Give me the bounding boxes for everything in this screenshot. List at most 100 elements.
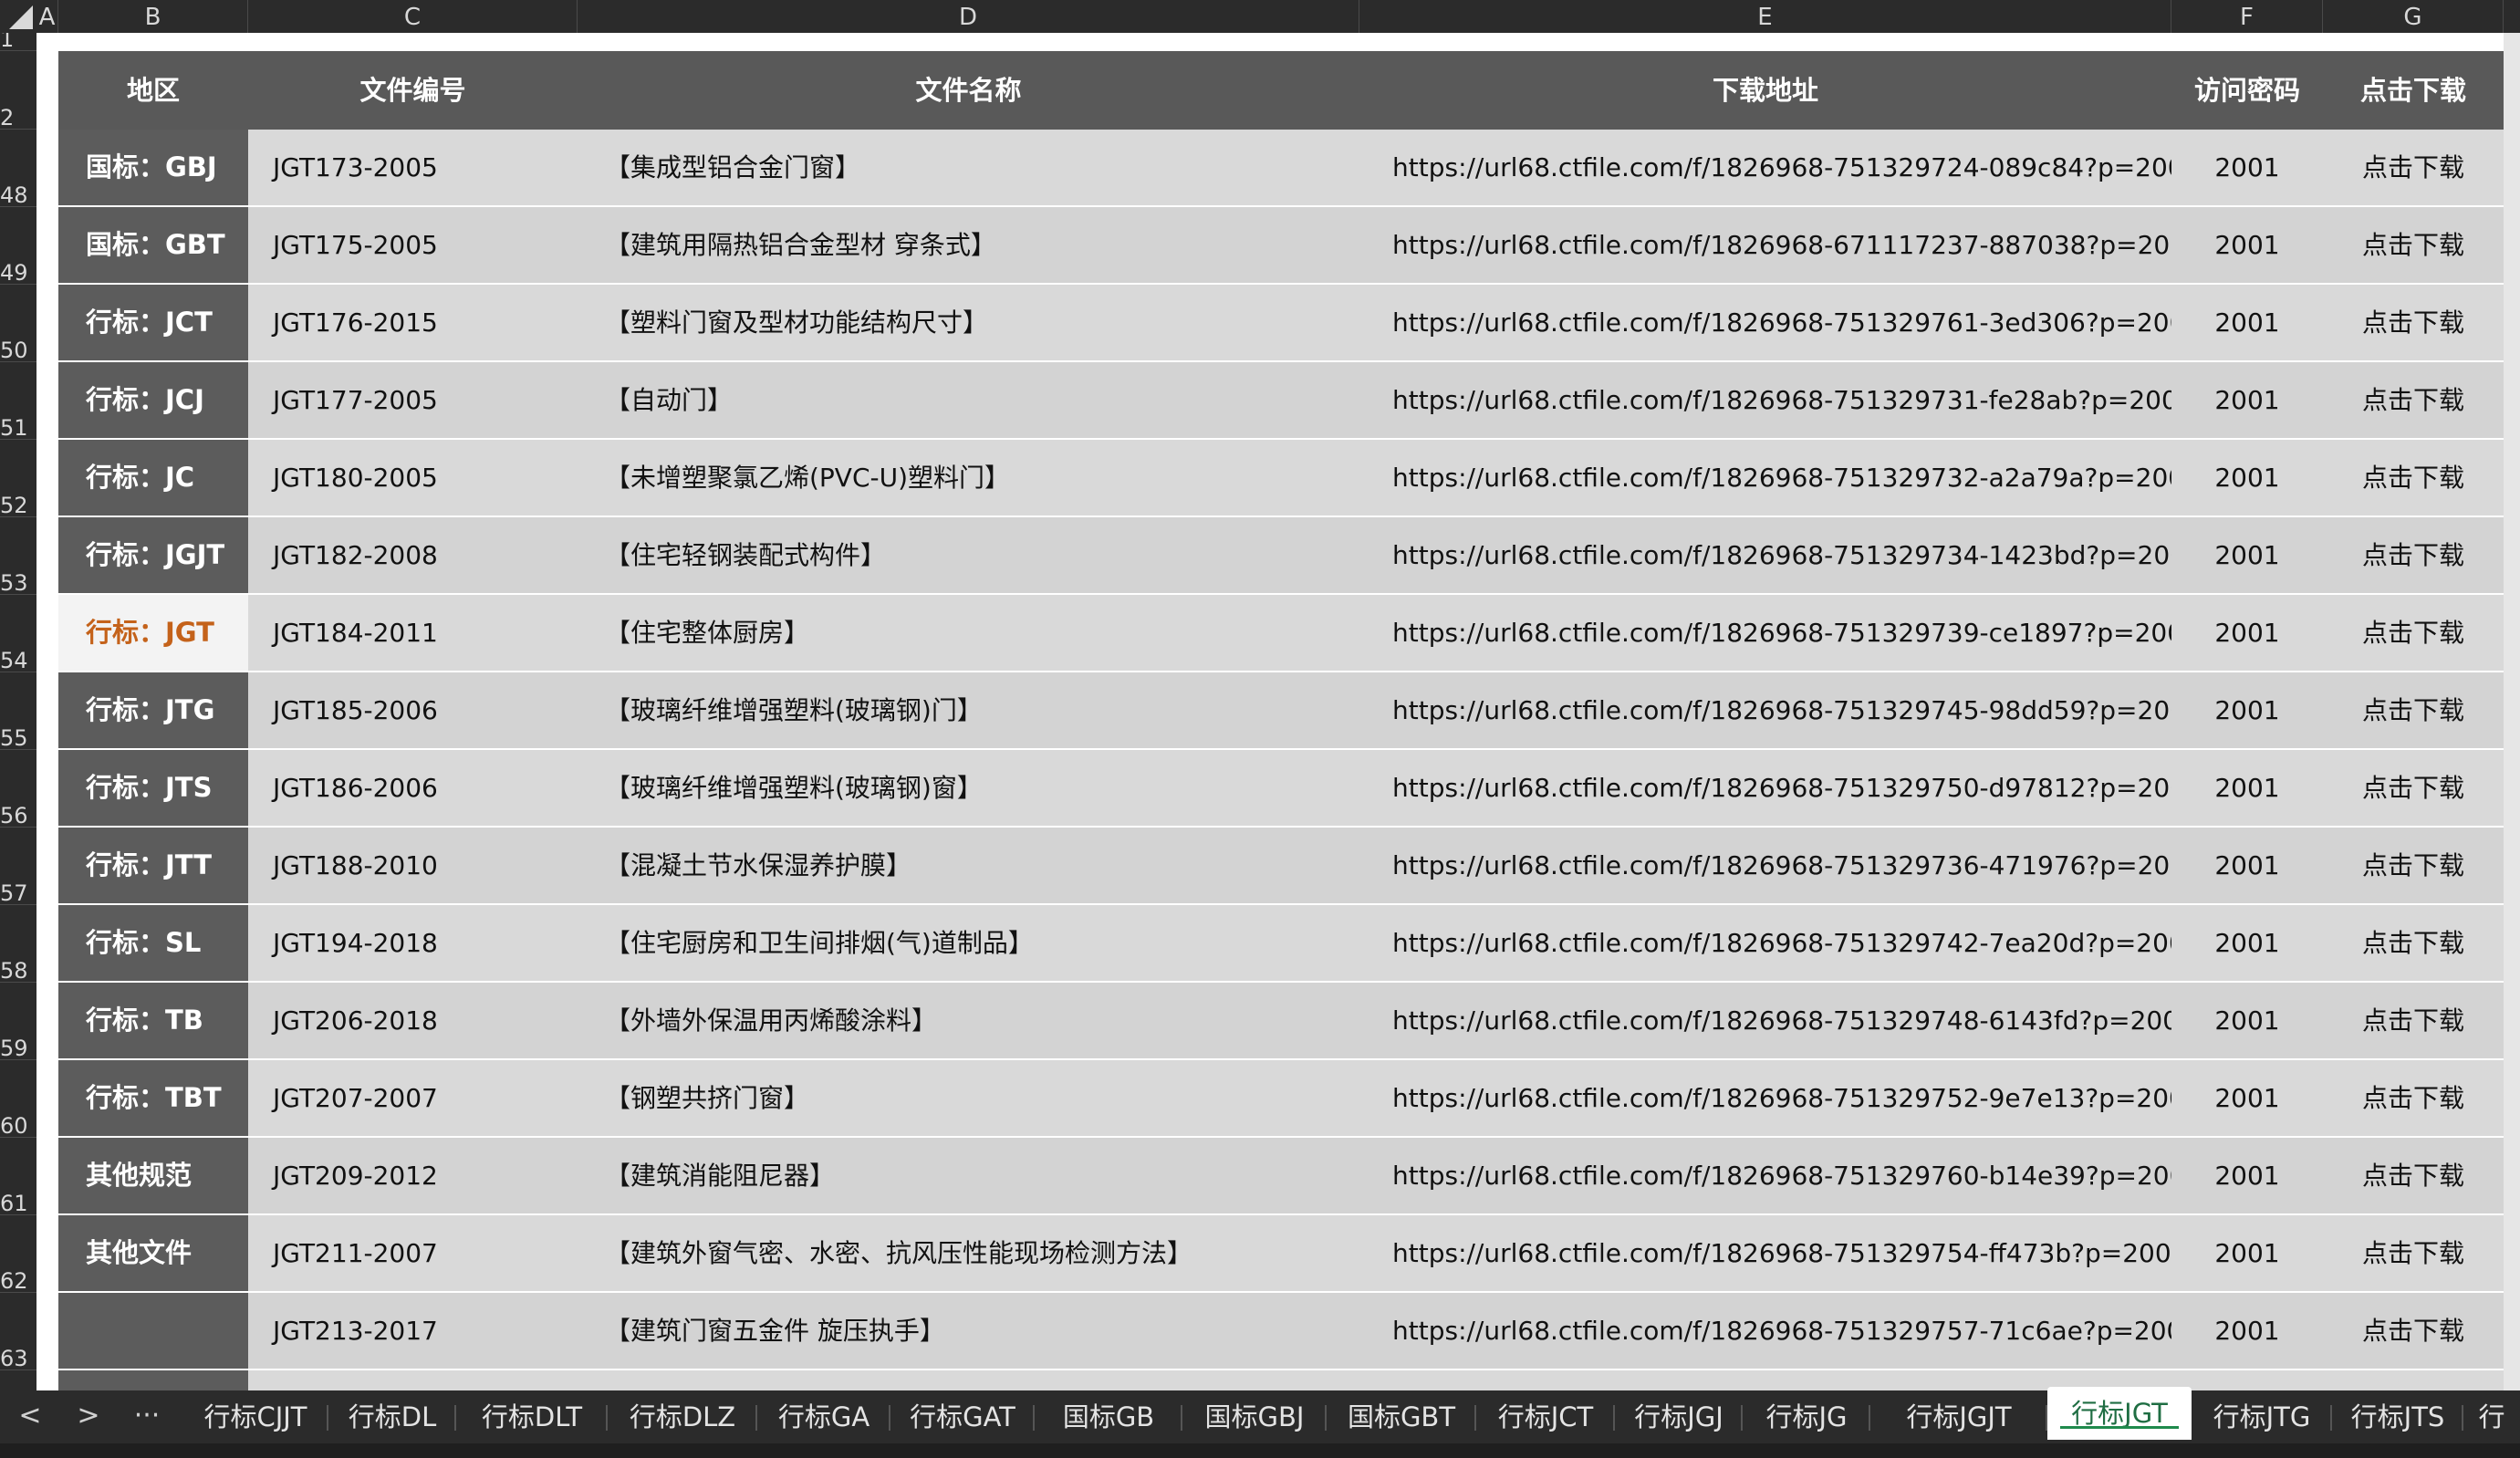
password-cell[interactable]: 2001 [2171,1215,2323,1291]
file-name-cell[interactable]: 【玻璃纤维增强塑料(玻璃钢)窗】 [578,750,1359,826]
row-header[interactable]: 52 [0,440,36,517]
sheet-tab[interactable]: 行标JGJT [1870,1390,2047,1443]
click-download-cell[interactable]: 点击下载 [2323,207,2504,283]
region-cell[interactable]: 行标：JGT [58,595,248,671]
file-number-cell[interactable]: JGT211-2007 [248,1215,578,1291]
file-name-cell[interactable]: 【外墙外保温用丙烯酸涂料】 [578,983,1359,1058]
row-header[interactable]: 54 [0,595,36,672]
sheet-tab[interactable]: 行标GA [757,1390,890,1443]
file-number-cell[interactable]: JGT194-2018 [248,905,578,981]
select-all-corner[interactable] [0,0,36,33]
password-cell[interactable]: 2001 [2171,672,2323,748]
click-download-cell[interactable]: 点击下载 [2323,1215,2504,1291]
download-url-cell[interactable]: https://url68.ctfile.com/f/1826968-75132… [1359,1293,2171,1369]
row-header[interactable]: 53 [0,517,36,595]
file-number-cell[interactable]: JGT213-2017 [248,1293,578,1369]
region-cell[interactable]: 行标：TB [58,983,248,1058]
sheet-tab[interactable]: 行标DLT [456,1390,608,1443]
sheet-tab[interactable]: 行标JCT [1476,1390,1615,1443]
sheet-tab[interactable]: 行标JG [1743,1390,1870,1443]
column-header-f[interactable]: F [2171,0,2323,33]
row-header[interactable]: 51 [0,362,36,440]
column-header-c[interactable]: C [248,0,578,33]
sheet-tab[interactable]: 行标DL [328,1390,456,1443]
row-header[interactable]: 57 [0,828,36,905]
click-download-cell[interactable]: 点击下载 [2323,1293,2504,1369]
file-name-cell[interactable]: 【建筑消能阻尼器】 [578,1138,1359,1213]
click-download-cell[interactable]: 点击下载 [2323,1060,2504,1136]
sheet-tab[interactable]: 行标DLZ [608,1390,757,1443]
file-name-cell[interactable]: 【建筑用隔热铝合金型材 穿条式】 [578,207,1359,283]
row-header[interactable]: 2 [0,51,36,130]
sheet-tab[interactable]: 行标JGT [2047,1387,2192,1440]
click-download-cell[interactable]: 点击下载 [2323,440,2504,516]
download-url-cell[interactable]: https://url68.ctfile.com/f/1826968-67111… [1359,207,2171,283]
region-cell[interactable]: 行标：JTG [58,672,248,748]
region-cell[interactable]: 其他规范 [58,1138,248,1213]
password-cell[interactable]: 2001 [2171,517,2323,593]
file-name-cell[interactable]: 【集成型铝合金门窗】 [578,130,1359,205]
file-number-cell[interactable]: JGT207-2007 [248,1060,578,1136]
header-region[interactable]: 地区 [58,51,248,130]
download-url-cell[interactable]: https://url68.ctfile.com/f/1826968-75132… [1359,440,2171,516]
sheet-tab[interactable]: 行标JTG [2192,1390,2332,1443]
click-download-cell[interactable]: 点击下载 [2323,905,2504,981]
file-number-cell[interactable]: JGT175-2005 [248,207,578,283]
header-password[interactable]: 访问密码 [2171,51,2323,130]
more-sheets-icon[interactable]: ··· [124,1390,170,1443]
header-file-name[interactable]: 文件名称 [578,51,1359,130]
file-number-cell[interactable]: JGT177-2005 [248,362,578,438]
download-url-cell[interactable]: https://url68.ctfile.com/f/1826968-75132… [1359,517,2171,593]
row-header[interactable]: 50 [0,285,36,362]
column-header-b[interactable]: B [58,0,248,33]
column-header-a[interactable]: A [36,0,58,33]
region-cell[interactable]: 行标：SL [58,905,248,981]
region-cell[interactable]: 行标：JC [58,440,248,516]
header-file-number[interactable]: 文件编号 [248,51,578,130]
row-header[interactable]: 61 [0,1138,36,1215]
sheet-tab[interactable]: 国标GB [1035,1390,1182,1443]
file-number-cell[interactable]: JGT186-2006 [248,750,578,826]
download-url-cell[interactable]: https://url68.ctfile.com/f/1826968-75132… [1359,1138,2171,1213]
row-header[interactable]: 59 [0,983,36,1060]
column-header-d[interactable]: D [578,0,1359,33]
file-number-cell[interactable]: JGT173-2005 [248,130,578,205]
download-url-cell[interactable]: https://url68.ctfile.com/f/1826968-75132… [1359,595,2171,671]
header-download-url[interactable]: 下载地址 [1359,51,2171,130]
click-download-cell[interactable]: 点击下载 [2323,595,2504,671]
row-header[interactable]: 56 [0,750,36,828]
click-download-cell[interactable]: 点击下载 [2323,517,2504,593]
region-cell[interactable]: 国标：GBJ [58,130,248,205]
sheet-tab[interactable]: 行标CJJT [182,1390,328,1443]
file-number-cell[interactable]: JGT185-2006 [248,672,578,748]
download-url-cell[interactable]: https://url68.ctfile.com/f/1826968-75132… [1359,362,2171,438]
file-number-cell[interactable]: JGT180-2005 [248,440,578,516]
file-name-cell[interactable]: 【未增塑聚氯乙烯(PVC-U)塑料门】 [578,440,1359,516]
file-name-cell[interactable]: 【混凝土节水保湿养护膜】 [578,828,1359,903]
file-name-cell[interactable]: 【塑料门窗及型材功能结构尺寸】 [578,285,1359,360]
region-cell[interactable]: 行标：JGJT [58,517,248,593]
file-number-cell[interactable]: JGT182-2008 [248,517,578,593]
region-cell[interactable]: 其他文件 [58,1215,248,1291]
download-url-cell[interactable]: https://url68.ctfile.com/f/1826968-75132… [1359,750,2171,826]
region-cell[interactable]: 行标：JTT [58,828,248,903]
row-header[interactable]: 62 [0,1215,36,1293]
click-download-cell[interactable]: 点击下载 [2323,672,2504,748]
click-download-cell[interactable]: 点击下载 [2323,130,2504,205]
download-url-cell[interactable]: https://url68.ctfile.com/f/1826968-75132… [1359,983,2171,1058]
file-number-cell[interactable]: JGT184-2011 [248,595,578,671]
row-header[interactable]: 58 [0,905,36,983]
row-header[interactable]: 49 [0,207,36,285]
file-name-cell[interactable]: 【建筑门窗五金件 旋压执手】 [578,1293,1359,1369]
file-name-cell[interactable]: 【住宅轻钢装配式构件】 [578,517,1359,593]
file-number-cell[interactable]: JGT188-2010 [248,828,578,903]
click-download-cell[interactable]: 点击下载 [2323,1138,2504,1213]
file-name-cell[interactable]: 【建筑外窗气密、水密、抗风压性能现场检测方法】 [578,1215,1359,1291]
file-number-cell[interactable]: JGT206-2018 [248,983,578,1058]
region-cell[interactable]: 行标：TBT [58,1060,248,1136]
file-name-cell[interactable]: 【玻璃纤维增强塑料(玻璃钢)门】 [578,672,1359,748]
sheet-tab[interactable]: 行标GAT [890,1390,1035,1443]
download-url-cell[interactable]: https://url68.ctfile.com/f/1826968-75132… [1359,1060,2171,1136]
download-url-cell[interactable]: https://url68.ctfile.com/f/1826968-75132… [1359,1215,2171,1291]
sheet-tab[interactable]: 行标JTS [2332,1390,2463,1443]
